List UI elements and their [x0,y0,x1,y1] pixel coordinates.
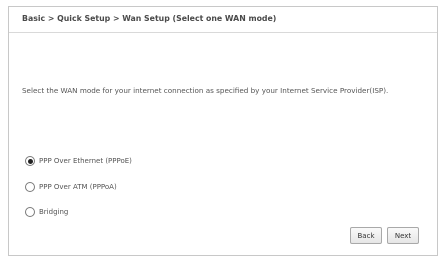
wan-setup-panel: Basic > Quick Setup > Wan Setup (Select … [8,6,438,256]
instruction-text: Select the WAN mode for your internet co… [22,86,389,95]
next-button[interactable]: Next [387,227,419,244]
radio-button-pppoa[interactable] [25,182,35,192]
radio-label-pppoa: PPP Over ATM (PPPoA) [39,183,117,191]
radio-option-pppoe[interactable]: PPP Over Ethernet (PPPoE) [25,156,132,166]
radio-button-pppoe[interactable] [25,156,35,166]
breadcrumb: Basic > Quick Setup > Wan Setup (Select … [22,14,277,23]
radio-label-bridging: Bridging [39,208,69,216]
panel-header: Basic > Quick Setup > Wan Setup (Select … [9,7,437,33]
back-button[interactable]: Back [350,227,382,244]
radio-button-bridging[interactable] [25,207,35,217]
radio-option-bridging[interactable]: Bridging [25,207,68,217]
radio-label-pppoe: PPP Over Ethernet (PPPoE) [39,157,132,165]
radio-option-pppoa[interactable]: PPP Over ATM (PPPoA) [25,182,117,192]
